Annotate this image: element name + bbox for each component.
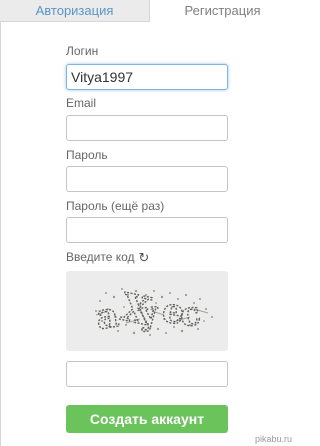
captcha-label-row: Введите код ↻ (66, 250, 149, 266)
password-repeat-input[interactable] (66, 217, 228, 243)
password-repeat-label: Пароль (ещё раз) (66, 199, 165, 213)
captcha-input[interactable] (66, 361, 228, 387)
tab-login[interactable]: Авторизация (0, 0, 150, 22)
password-input[interactable] (66, 166, 228, 192)
captcha-glyph: a (94, 295, 121, 338)
captcha-image: aXyec (66, 271, 228, 351)
watermark: pikabu.ru (254, 434, 292, 444)
captcha-noise-svg: aXy ec (93, 283, 213, 339)
password-label: Пароль (66, 148, 108, 162)
tab-register[interactable]: Регистрация (150, 0, 295, 22)
login-input[interactable] (66, 64, 228, 90)
captcha-glyphs: aXy ec (93, 283, 204, 339)
captcha-label: Введите код (66, 250, 135, 264)
email-label: Email (66, 96, 97, 110)
email-input[interactable] (66, 115, 228, 141)
login-label: Логин (66, 44, 99, 58)
auth-tabs: Авторизация Регистрация (0, 0, 295, 22)
create-account-button[interactable]: Создать аккаунт (66, 405, 228, 433)
refresh-icon[interactable]: ↻ (139, 250, 150, 266)
captcha-glyph: y (136, 293, 161, 333)
